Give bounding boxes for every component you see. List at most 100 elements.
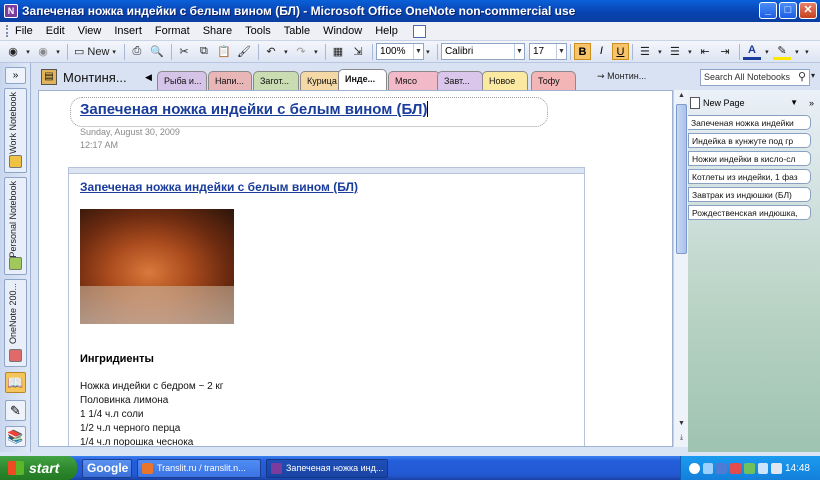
menu-tools[interactable]: Tools bbox=[245, 25, 271, 37]
google-toolbar-button[interactable]: Google bbox=[82, 458, 132, 478]
help-icon[interactable] bbox=[412, 24, 426, 38]
scroll-left-icon[interactable]: ◀ bbox=[145, 72, 152, 83]
toolbar-options-icon[interactable]: ▾ bbox=[424, 43, 432, 61]
numbering-icon[interactable]: ☰ bbox=[666, 43, 684, 61]
menu-view[interactable]: View bbox=[78, 25, 102, 37]
page-title[interactable]: Запеченая ножка индейки с белым вином (Б… bbox=[80, 101, 429, 118]
page-tab[interactable]: Завтрак из индюшки (БЛ) bbox=[688, 187, 811, 202]
dropdown-arrow-icon[interactable]: ▾ bbox=[24, 43, 32, 61]
redo-icon[interactable]: ↷ bbox=[292, 43, 310, 61]
scroll-up-icon[interactable]: ▲ bbox=[676, 92, 687, 103]
section-tab-preserves[interactable]: Загот... bbox=[253, 71, 299, 90]
keyboard-icon[interactable] bbox=[702, 462, 714, 474]
toolbar-options-icon[interactable]: ▾ bbox=[803, 43, 811, 61]
all-notebooks-icon[interactable]: 📚 bbox=[5, 426, 26, 447]
table-icon[interactable]: ▦ bbox=[329, 43, 347, 61]
page-tab[interactable]: Запеченая ножка индейки bbox=[688, 115, 811, 130]
bold-button[interactable]: B bbox=[573, 43, 591, 60]
undo-icon[interactable]: ↶ bbox=[262, 43, 280, 61]
section-tab-meat[interactable]: Мясо bbox=[388, 71, 440, 90]
dropdown-arrow-icon[interactable]: ▾ bbox=[686, 43, 694, 61]
tray-icon[interactable] bbox=[743, 462, 755, 474]
dropdown-arrow-icon[interactable]: ▾ bbox=[656, 43, 664, 61]
tray-icon[interactable] bbox=[716, 462, 728, 474]
page-canvas[interactable]: Запеченая ножка индейки с белым вином (Б… bbox=[38, 90, 673, 447]
dropdown-arrow-icon[interactable]: ▾ bbox=[282, 43, 290, 61]
dropdown-arrow-icon[interactable]: ▾ bbox=[54, 43, 62, 61]
print-preview-icon[interactable]: 🔍 bbox=[148, 43, 166, 61]
paste-icon[interactable]: 📋 bbox=[215, 43, 233, 61]
taskbar-item-firefox[interactable]: Translit.ru / translit.n... bbox=[137, 458, 261, 478]
new-page-button[interactable]: ▭ New ▾ bbox=[71, 43, 119, 61]
menu-file[interactable]: File bbox=[15, 25, 33, 37]
dropdown-arrow-icon[interactable]: ▾ bbox=[793, 43, 801, 61]
page-expand-icon[interactable]: ⤓ bbox=[676, 434, 687, 445]
page-tab[interactable]: Индейка в кунжуте под гр bbox=[688, 133, 811, 148]
scrollbar-thumb[interactable] bbox=[676, 104, 687, 254]
bullets-icon[interactable]: ☰ bbox=[636, 43, 654, 61]
collapse-panel-icon[interactable]: » bbox=[809, 98, 814, 108]
tray-icon[interactable] bbox=[730, 462, 741, 474]
font-select[interactable]: Calibri ▼ bbox=[440, 43, 525, 60]
maximize-button[interactable]: □ bbox=[779, 2, 797, 19]
collapse-chevron-icon[interactable]: » bbox=[5, 67, 26, 84]
note-container-handle[interactable] bbox=[69, 168, 584, 174]
font-size-select[interactable]: 17 ▼ bbox=[528, 43, 567, 60]
note-container[interactable]: Запеченая ножка индейки с белым вином (Б… bbox=[68, 167, 585, 446]
search-icon[interactable]: ⚲ bbox=[798, 70, 806, 83]
notebook-tab-onenote-guide[interactable]: OneNote 200... bbox=[4, 279, 27, 367]
italic-button[interactable]: I bbox=[593, 43, 610, 60]
format-painter-icon[interactable]: 🖌 bbox=[235, 43, 253, 61]
turkey-leg-photo[interactable] bbox=[80, 209, 234, 324]
minimize-button[interactable]: _ bbox=[759, 2, 777, 19]
section-link[interactable]: ⇝ Монтин... bbox=[597, 71, 646, 82]
menu-insert[interactable]: Insert bbox=[114, 25, 142, 37]
dropdown-arrow-icon[interactable]: ▾ bbox=[312, 43, 320, 61]
scroll-down-icon[interactable]: ▼ bbox=[676, 420, 687, 431]
back-icon[interactable]: ◉ bbox=[4, 43, 22, 61]
menu-window[interactable]: Window bbox=[323, 25, 362, 37]
search-options-icon[interactable]: ▾ bbox=[811, 71, 815, 80]
section-tab-breakfast[interactable]: Завт... bbox=[437, 71, 483, 90]
section-tab-tofu[interactable]: Тофу bbox=[531, 71, 576, 90]
menu-share[interactable]: Share bbox=[203, 25, 232, 37]
decrease-indent-icon[interactable]: ⇤ bbox=[696, 43, 714, 61]
underline-button[interactable]: U bbox=[611, 43, 629, 60]
search-input[interactable]: Search All Notebooks ⚲ bbox=[700, 69, 810, 86]
copy-icon[interactable]: ⧉ bbox=[195, 43, 213, 61]
menu-edit[interactable]: Edit bbox=[46, 25, 65, 37]
unfiled-notes-icon[interactable]: ✎ bbox=[5, 400, 26, 421]
forward-icon[interactable]: ◉ bbox=[34, 43, 52, 61]
page-tab[interactable]: Котлеты из индейки, 1 фаз bbox=[688, 169, 811, 184]
highlight-icon[interactable]: ✎ bbox=[772, 44, 791, 60]
chevron-down-icon[interactable]: ▼ bbox=[790, 98, 798, 107]
menu-table[interactable]: Table bbox=[284, 25, 310, 37]
tray-icon[interactable] bbox=[689, 462, 700, 474]
recipe-title-link[interactable]: Запеченая ножка индейки с белым вином (Б… bbox=[80, 180, 358, 194]
notebook-title[interactable]: ▤ Монтиня... bbox=[41, 69, 127, 85]
print-icon[interactable]: ⎙ bbox=[128, 43, 146, 61]
font-color-icon[interactable]: A bbox=[742, 44, 761, 60]
cut-icon[interactable]: ✂ bbox=[175, 43, 193, 61]
menu-help[interactable]: Help bbox=[375, 25, 398, 37]
page-tab[interactable]: Ножки индейки в кисло-сл bbox=[688, 151, 811, 166]
menu-format[interactable]: Format bbox=[155, 25, 190, 37]
notebook-tab-personal[interactable]: Personal Notebook bbox=[4, 177, 27, 275]
section-tab-drinks[interactable]: Напи... bbox=[208, 71, 252, 90]
close-button[interactable]: ✕ bbox=[799, 2, 817, 19]
open-notebook-icon[interactable]: 📖 bbox=[5, 372, 26, 393]
taskbar-item-onenote[interactable]: Запеченая ножка инд... bbox=[266, 458, 388, 478]
grip-handle[interactable] bbox=[6, 25, 9, 37]
dropdown-arrow-icon[interactable]: ▾ bbox=[763, 43, 771, 61]
zoom-select[interactable]: 100% ▼ bbox=[375, 43, 424, 60]
vertical-scrollbar[interactable]: ▲ ▼ ⤓ bbox=[673, 90, 688, 447]
page-tab[interactable]: Рождественская индюшка, bbox=[688, 205, 811, 220]
network-icon[interactable] bbox=[757, 462, 769, 474]
new-page-button[interactable]: New Page ▼ » bbox=[688, 95, 818, 110]
volume-icon[interactable] bbox=[771, 462, 782, 474]
increase-indent-icon[interactable]: ⇥ bbox=[716, 43, 734, 61]
section-tab-turkey[interactable]: Инде... bbox=[338, 69, 387, 90]
section-tab-fish[interactable]: Рыба и... bbox=[157, 71, 207, 90]
section-tab-new[interactable]: Новое bbox=[482, 71, 528, 90]
send-to-icon[interactable]: ⇲ bbox=[349, 43, 367, 61]
